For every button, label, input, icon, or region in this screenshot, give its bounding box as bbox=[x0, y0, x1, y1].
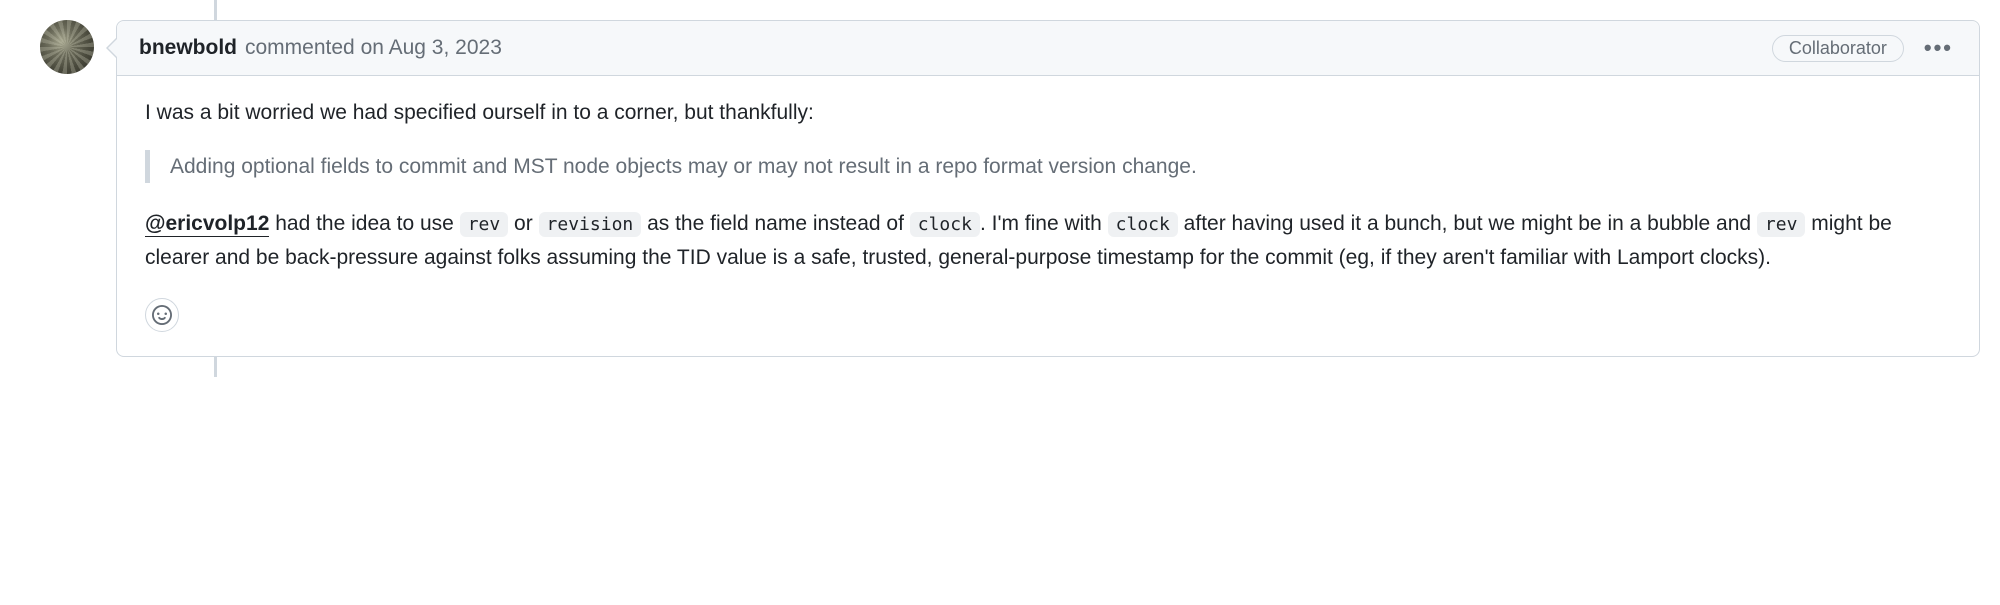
author-link[interactable]: bnewbold bbox=[139, 36, 237, 60]
kebab-icon[interactable]: ••• bbox=[1920, 33, 1957, 63]
avatar[interactable] bbox=[40, 20, 94, 74]
timestamp[interactable]: Aug 3, 2023 bbox=[389, 36, 502, 59]
blockquote: Adding optional fields to commit and MST… bbox=[145, 150, 1951, 184]
comment-box: bnewbold commented on Aug 3, 2023 Collab… bbox=[116, 20, 1980, 357]
text: after having used it a bunch, but we mig… bbox=[1178, 212, 1757, 235]
paragraph: I was a bit worried we had specified our… bbox=[145, 96, 1951, 130]
code-rev: rev bbox=[1757, 212, 1806, 237]
comment-header: bnewbold commented on Aug 3, 2023 Collab… bbox=[117, 21, 1979, 76]
comment-body: I was a bit worried we had specified our… bbox=[117, 76, 1979, 356]
role-badge: Collaborator bbox=[1772, 35, 1904, 62]
text: as the field name instead of bbox=[641, 212, 910, 235]
code-rev: rev bbox=[460, 212, 509, 237]
add-reaction-button[interactable] bbox=[145, 298, 179, 332]
code-clock: clock bbox=[1108, 212, 1178, 237]
paragraph: @ericvolp12 had the idea to use rev or r… bbox=[145, 207, 1951, 274]
text: or bbox=[508, 212, 538, 235]
code-clock: clock bbox=[910, 212, 980, 237]
smiley-icon bbox=[152, 305, 172, 325]
timeline-item: bnewbold commented on Aug 3, 2023 Collab… bbox=[20, 20, 1980, 357]
comment-arrow bbox=[106, 37, 117, 59]
code-revision: revision bbox=[539, 212, 642, 237]
text: had the idea to use bbox=[269, 212, 459, 235]
text: . I'm fine with bbox=[980, 212, 1108, 235]
quote-text: Adding optional fields to commit and MST… bbox=[170, 150, 1951, 184]
comment-header-right: Collaborator ••• bbox=[1772, 33, 1957, 63]
comment-header-left: bnewbold commented on Aug 3, 2023 bbox=[139, 36, 502, 60]
user-mention[interactable]: @ericvolp12 bbox=[145, 212, 269, 237]
commented-label: commented on Aug 3, 2023 bbox=[245, 36, 502, 60]
